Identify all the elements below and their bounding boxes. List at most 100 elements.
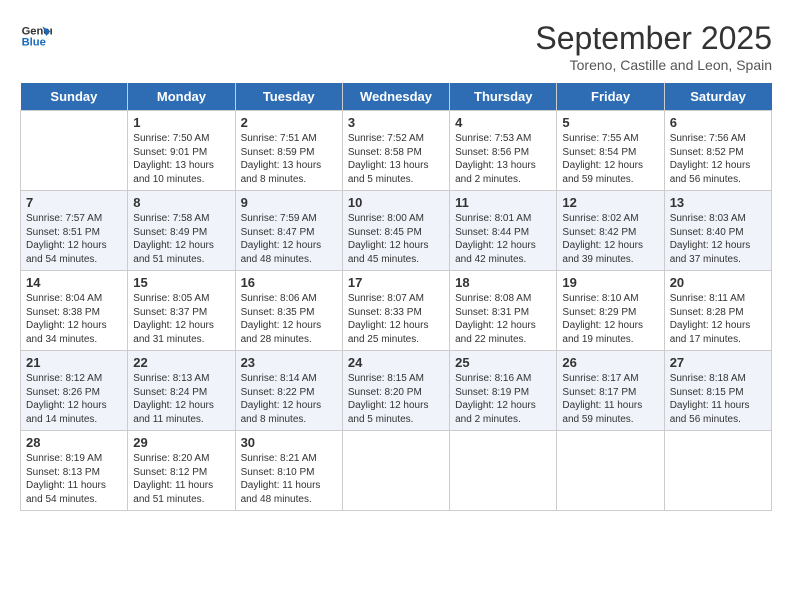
- day-cell: 1 Sunrise: 7:50 AM Sunset: 9:01 PM Daylig…: [128, 111, 235, 191]
- week-row-5: 28 Sunrise: 8:19 AM Sunset: 8:13 PM Dayli…: [21, 431, 772, 511]
- day-number: 3: [348, 115, 444, 130]
- day-info: Sunrise: 8:06 AM Sunset: 8:35 PM Dayligh…: [241, 292, 337, 346]
- day-number: 1: [133, 115, 229, 130]
- day-number: 6: [670, 115, 766, 130]
- day-cell: 7 Sunrise: 7:57 AM Sunset: 8:51 PM Daylig…: [21, 191, 128, 271]
- day-cell: 2Sunrise: 7:51 AM Sunset: 8:59 PM Daylig…: [235, 111, 342, 191]
- day-cell: 27 Sunrise: 8:18 AM Sunset: 8:15 PM Dayli…: [664, 351, 771, 431]
- day-number: 13: [670, 195, 766, 210]
- day-number: 10: [348, 195, 444, 210]
- day-cell: 15 Sunrise: 8:05 AM Sunset: 8:37 PM Dayli…: [128, 271, 235, 351]
- day-info: Sunrise: 8:03 AM Sunset: 8:40 PM Dayligh…: [670, 212, 766, 266]
- day-number: 21: [26, 355, 122, 370]
- day-info: Sunrise: 8:12 AM Sunset: 8:26 PM Dayligh…: [26, 372, 122, 426]
- day-cell: 21 Sunrise: 8:12 AM Sunset: 8:26 PM Dayli…: [21, 351, 128, 431]
- week-row-1: 1 Sunrise: 7:50 AM Sunset: 9:01 PM Daylig…: [21, 111, 772, 191]
- logo-icon: General Blue: [20, 20, 52, 52]
- location: Toreno, Castille and Leon, Spain: [535, 57, 772, 73]
- day-info: Sunrise: 7:56 AM Sunset: 8:52 PM Dayligh…: [670, 132, 766, 186]
- day-info: Sunrise: 8:18 AM Sunset: 8:15 PM Dayligh…: [670, 372, 766, 426]
- day-cell: 13 Sunrise: 8:03 AM Sunset: 8:40 PM Dayli…: [664, 191, 771, 271]
- day-number: 14: [26, 275, 122, 290]
- header-row: SundayMondayTuesdayWednesdayThursdayFrid…: [21, 83, 772, 111]
- weekday-header-sunday: Sunday: [21, 83, 128, 111]
- day-cell: 23Sunrise: 8:14 AM Sunset: 8:22 PM Dayli…: [235, 351, 342, 431]
- day-info: Sunrise: 8:04 AM Sunset: 8:38 PM Dayligh…: [26, 292, 122, 346]
- weekday-header-tuesday: Tuesday: [235, 83, 342, 111]
- day-number: 28: [26, 435, 122, 450]
- day-cell: 4 Sunrise: 7:53 AM Sunset: 8:56 PM Daylig…: [450, 111, 557, 191]
- day-info: Sunrise: 7:53 AM Sunset: 8:56 PM Dayligh…: [455, 132, 551, 186]
- day-info: Sunrise: 7:58 AM Sunset: 8:49 PM Dayligh…: [133, 212, 229, 266]
- day-number: 19: [562, 275, 658, 290]
- day-number: 24: [348, 355, 444, 370]
- day-cell: [21, 111, 128, 191]
- day-info: Sunrise: 8:16 AM Sunset: 8:19 PM Dayligh…: [455, 372, 551, 426]
- day-number: 26: [562, 355, 658, 370]
- day-number: 27: [670, 355, 766, 370]
- day-cell: 9Sunrise: 7:59 AM Sunset: 8:47 PM Daylig…: [235, 191, 342, 271]
- day-number: 2: [241, 115, 337, 130]
- day-cell: 25 Sunrise: 8:16 AM Sunset: 8:19 PM Dayli…: [450, 351, 557, 431]
- day-info: Sunrise: 8:21 AM Sunset: 8:10 PM Dayligh…: [241, 452, 337, 506]
- week-row-3: 14 Sunrise: 8:04 AM Sunset: 8:38 PM Dayli…: [21, 271, 772, 351]
- day-info: Sunrise: 8:08 AM Sunset: 8:31 PM Dayligh…: [455, 292, 551, 346]
- day-number: 22: [133, 355, 229, 370]
- day-number: 25: [455, 355, 551, 370]
- day-cell: 29Sunrise: 8:20 AM Sunset: 8:12 PM Dayli…: [128, 431, 235, 511]
- day-cell: 19 Sunrise: 8:10 AM Sunset: 8:29 PM Dayli…: [557, 271, 664, 351]
- header: General Blue September 2025 Toreno, Cast…: [20, 20, 772, 73]
- day-info: Sunrise: 8:05 AM Sunset: 8:37 PM Dayligh…: [133, 292, 229, 346]
- weekday-header-monday: Monday: [128, 83, 235, 111]
- day-cell: 14 Sunrise: 8:04 AM Sunset: 8:38 PM Dayli…: [21, 271, 128, 351]
- day-cell: 24 Sunrise: 8:15 AM Sunset: 8:20 PM Dayli…: [342, 351, 449, 431]
- day-cell: 12 Sunrise: 8:02 AM Sunset: 8:42 PM Dayli…: [557, 191, 664, 271]
- day-cell: 16 Sunrise: 8:06 AM Sunset: 8:35 PM Dayli…: [235, 271, 342, 351]
- day-info: Sunrise: 7:52 AM Sunset: 8:58 PM Dayligh…: [348, 132, 444, 186]
- weekday-header-friday: Friday: [557, 83, 664, 111]
- day-info: Sunrise: 7:57 AM Sunset: 8:51 PM Dayligh…: [26, 212, 122, 266]
- day-number: 16: [241, 275, 337, 290]
- day-cell: 3 Sunrise: 7:52 AM Sunset: 8:58 PM Daylig…: [342, 111, 449, 191]
- day-number: 18: [455, 275, 551, 290]
- day-cell: 18 Sunrise: 8:08 AM Sunset: 8:31 PM Dayli…: [450, 271, 557, 351]
- day-cell: [557, 431, 664, 511]
- day-info: Sunrise: 8:10 AM Sunset: 8:29 PM Dayligh…: [562, 292, 658, 346]
- day-info: Sunrise: 8:19 AM Sunset: 8:13 PM Dayligh…: [26, 452, 122, 506]
- svg-text:Blue: Blue: [22, 37, 46, 49]
- weekday-header-thursday: Thursday: [450, 83, 557, 111]
- day-number: 4: [455, 115, 551, 130]
- day-info: Sunrise: 8:11 AM Sunset: 8:28 PM Dayligh…: [670, 292, 766, 346]
- day-number: 15: [133, 275, 229, 290]
- day-cell: 26Sunrise: 8:17 AM Sunset: 8:17 PM Dayli…: [557, 351, 664, 431]
- day-info: Sunrise: 8:01 AM Sunset: 8:44 PM Dayligh…: [455, 212, 551, 266]
- day-number: 12: [562, 195, 658, 210]
- day-number: 30: [241, 435, 337, 450]
- day-cell: 6 Sunrise: 7:56 AM Sunset: 8:52 PM Daylig…: [664, 111, 771, 191]
- day-cell: 5Sunrise: 7:55 AM Sunset: 8:54 PM Daylig…: [557, 111, 664, 191]
- day-number: 5: [562, 115, 658, 130]
- day-cell: [342, 431, 449, 511]
- day-cell: [450, 431, 557, 511]
- day-number: 20: [670, 275, 766, 290]
- month-title: September 2025: [535, 20, 772, 57]
- day-cell: 11Sunrise: 8:01 AM Sunset: 8:44 PM Dayli…: [450, 191, 557, 271]
- calendar-table: SundayMondayTuesdayWednesdayThursdayFrid…: [20, 83, 772, 511]
- weekday-header-wednesday: Wednesday: [342, 83, 449, 111]
- day-cell: 8 Sunrise: 7:58 AM Sunset: 8:49 PM Daylig…: [128, 191, 235, 271]
- day-number: 23: [241, 355, 337, 370]
- day-info: Sunrise: 7:59 AM Sunset: 8:47 PM Dayligh…: [241, 212, 337, 266]
- day-cell: 22Sunrise: 8:13 AM Sunset: 8:24 PM Dayli…: [128, 351, 235, 431]
- day-number: 7: [26, 195, 122, 210]
- day-cell: 28 Sunrise: 8:19 AM Sunset: 8:13 PM Dayli…: [21, 431, 128, 511]
- day-cell: 30 Sunrise: 8:21 AM Sunset: 8:10 PM Dayli…: [235, 431, 342, 511]
- day-cell: 17Sunrise: 8:07 AM Sunset: 8:33 PM Dayli…: [342, 271, 449, 351]
- logo: General Blue: [20, 20, 52, 52]
- day-number: 8: [133, 195, 229, 210]
- day-info: Sunrise: 7:50 AM Sunset: 9:01 PM Dayligh…: [133, 132, 229, 186]
- day-info: Sunrise: 8:00 AM Sunset: 8:45 PM Dayligh…: [348, 212, 444, 266]
- day-info: Sunrise: 8:15 AM Sunset: 8:20 PM Dayligh…: [348, 372, 444, 426]
- day-info: Sunrise: 8:02 AM Sunset: 8:42 PM Dayligh…: [562, 212, 658, 266]
- week-row-4: 21 Sunrise: 8:12 AM Sunset: 8:26 PM Dayli…: [21, 351, 772, 431]
- day-number: 17: [348, 275, 444, 290]
